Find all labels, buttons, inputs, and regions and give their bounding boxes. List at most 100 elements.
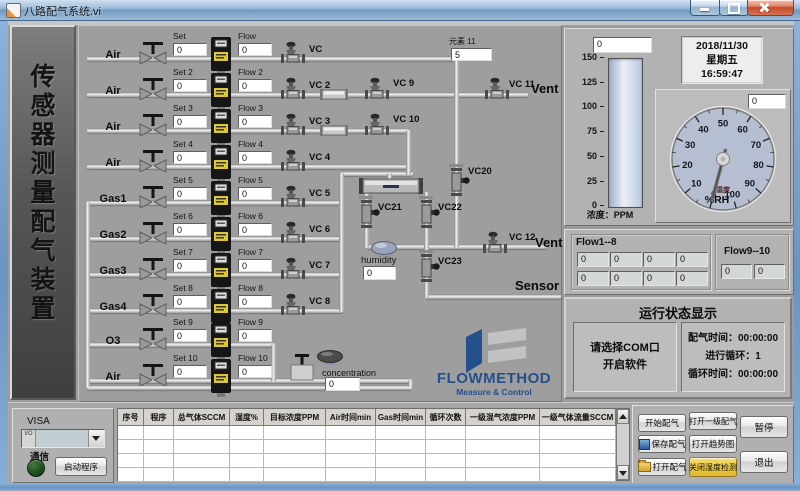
table-cell[interactable] xyxy=(376,426,426,440)
set-input[interactable]: 0 xyxy=(173,259,207,272)
start-mixing-button[interactable]: 开始配气 xyxy=(638,414,686,432)
action-buttons-panel: 开始配气 打开一级配气 暂停 保存配气 打开趋势图 打开配气 关闭湿度检测 退出 xyxy=(632,405,794,485)
folder-icon xyxy=(638,462,651,472)
table-cell[interactable] xyxy=(144,454,174,468)
table-cell[interactable] xyxy=(174,454,230,468)
flow-label: Flow 8 xyxy=(238,283,263,293)
table-cell[interactable] xyxy=(540,454,616,468)
set-input[interactable]: 0 xyxy=(173,43,207,56)
set-input[interactable]: 0 xyxy=(173,365,207,378)
set-input[interactable]: 0 xyxy=(173,223,207,236)
arrow-up-icon xyxy=(619,414,627,419)
table-cell[interactable] xyxy=(376,468,426,482)
table-cell[interactable] xyxy=(326,440,376,454)
table-cell[interactable] xyxy=(230,440,264,454)
svg-text:90: 90 xyxy=(744,179,755,190)
table-cell[interactable] xyxy=(174,468,230,482)
set-label: Set 4 xyxy=(173,139,193,149)
set-input[interactable]: 0 xyxy=(173,115,207,128)
set-input[interactable]: 0 xyxy=(173,295,207,308)
table-cell[interactable] xyxy=(174,426,230,440)
table-cell[interactable] xyxy=(264,454,326,468)
table-cell[interactable] xyxy=(426,468,466,482)
manual-valve-icon xyxy=(139,256,167,280)
vc-valve-label: VC21 xyxy=(378,202,402,213)
table-cell[interactable] xyxy=(230,426,264,440)
table-cell[interactable] xyxy=(230,468,264,482)
table-cell[interactable] xyxy=(118,454,144,468)
pipe xyxy=(454,58,459,248)
concentration-sensor-icon xyxy=(317,350,343,365)
open-primary-mixing-button[interactable]: 打开一级配气 xyxy=(689,412,737,430)
close-button[interactable] xyxy=(747,0,794,16)
table-cell[interactable] xyxy=(326,426,376,440)
io-icon: I/O xyxy=(22,430,36,447)
table-cell[interactable] xyxy=(376,440,426,454)
start-program-button[interactable]: 启动程序 xyxy=(55,457,107,476)
filter-icon xyxy=(320,124,348,137)
table-scrollbar[interactable] xyxy=(616,409,629,480)
table-cell[interactable] xyxy=(118,440,144,454)
table-cell[interactable] xyxy=(118,426,144,440)
time-text: 16:59:47 xyxy=(682,67,762,81)
table-cell[interactable] xyxy=(376,454,426,468)
maximize-button[interactable] xyxy=(719,0,749,16)
pipe xyxy=(339,173,344,312)
open-mixing-button[interactable]: 打开配气 xyxy=(638,458,686,476)
tank-tick-label: 25 xyxy=(571,176,597,186)
tank-tick-label: 75 xyxy=(571,126,597,136)
table-cell[interactable] xyxy=(466,454,540,468)
gas-source-label: Air xyxy=(89,85,137,97)
table-cell[interactable] xyxy=(540,426,616,440)
table-cell[interactable] xyxy=(144,468,174,482)
table-cell[interactable] xyxy=(326,468,376,482)
set-input[interactable]: 0 xyxy=(173,329,207,342)
table-cell[interactable] xyxy=(144,440,174,454)
table-cell[interactable] xyxy=(426,454,466,468)
table-cell[interactable] xyxy=(466,468,540,482)
flow-readout: 0 xyxy=(643,252,675,267)
sidebar-title-char: 量 xyxy=(12,179,74,208)
table-cell[interactable] xyxy=(144,426,174,440)
manual-valve-icon xyxy=(139,184,167,208)
table-cell[interactable] xyxy=(426,426,466,440)
exit-button[interactable]: 退出 xyxy=(740,451,788,473)
close-humidity-detect-button[interactable]: 关闭湿度检测 xyxy=(689,457,737,477)
set-input[interactable]: 0 xyxy=(173,151,207,164)
table-cell[interactable] xyxy=(326,454,376,468)
open-trend-chart-button[interactable]: 打开趋势图 xyxy=(689,435,737,453)
set-input[interactable]: 0 xyxy=(173,79,207,92)
table-cell[interactable] xyxy=(230,454,264,468)
pause-button[interactable]: 暂停 xyxy=(740,416,788,438)
tank-tick xyxy=(600,131,604,132)
vertical-valve-icon xyxy=(448,164,470,200)
table-cell[interactable] xyxy=(466,426,540,440)
visa-combo-field[interactable] xyxy=(36,430,88,447)
table-cell[interactable] xyxy=(540,440,616,454)
flow-indicator: 0 xyxy=(238,365,272,378)
visa-dropdown-button[interactable] xyxy=(88,430,104,447)
flow-label: Flow xyxy=(238,31,256,41)
table-cell[interactable] xyxy=(540,468,616,482)
tank-tick xyxy=(600,156,604,157)
vc-valve-label: VC 7 xyxy=(309,260,330,271)
table-cell[interactable] xyxy=(426,440,466,454)
scroll-up-button[interactable] xyxy=(617,409,629,424)
titlebar[interactable]: 八路配气系统.vi xyxy=(0,0,800,21)
element11-input[interactable]: 5 xyxy=(451,48,492,61)
table-header-cell: 一级气体流量SCCM xyxy=(540,409,616,426)
minimize-button[interactable] xyxy=(690,0,721,16)
pipe xyxy=(87,385,412,390)
save-mixing-button[interactable]: 保存配气 xyxy=(638,435,686,453)
table-cell[interactable] xyxy=(118,468,144,482)
table-cell[interactable] xyxy=(466,440,540,454)
scroll-down-button[interactable] xyxy=(617,465,629,480)
set-input[interactable]: 0 xyxy=(173,187,207,200)
table-cell[interactable] xyxy=(264,440,326,454)
svg-text:70: 70 xyxy=(751,140,762,151)
table-cell[interactable] xyxy=(174,440,230,454)
table-cell[interactable] xyxy=(264,468,326,482)
visa-resource-combo[interactable]: I/O xyxy=(21,429,105,448)
visa-panel: VISA I/O 通信 启动程序 xyxy=(12,408,114,483)
table-cell[interactable] xyxy=(264,426,326,440)
